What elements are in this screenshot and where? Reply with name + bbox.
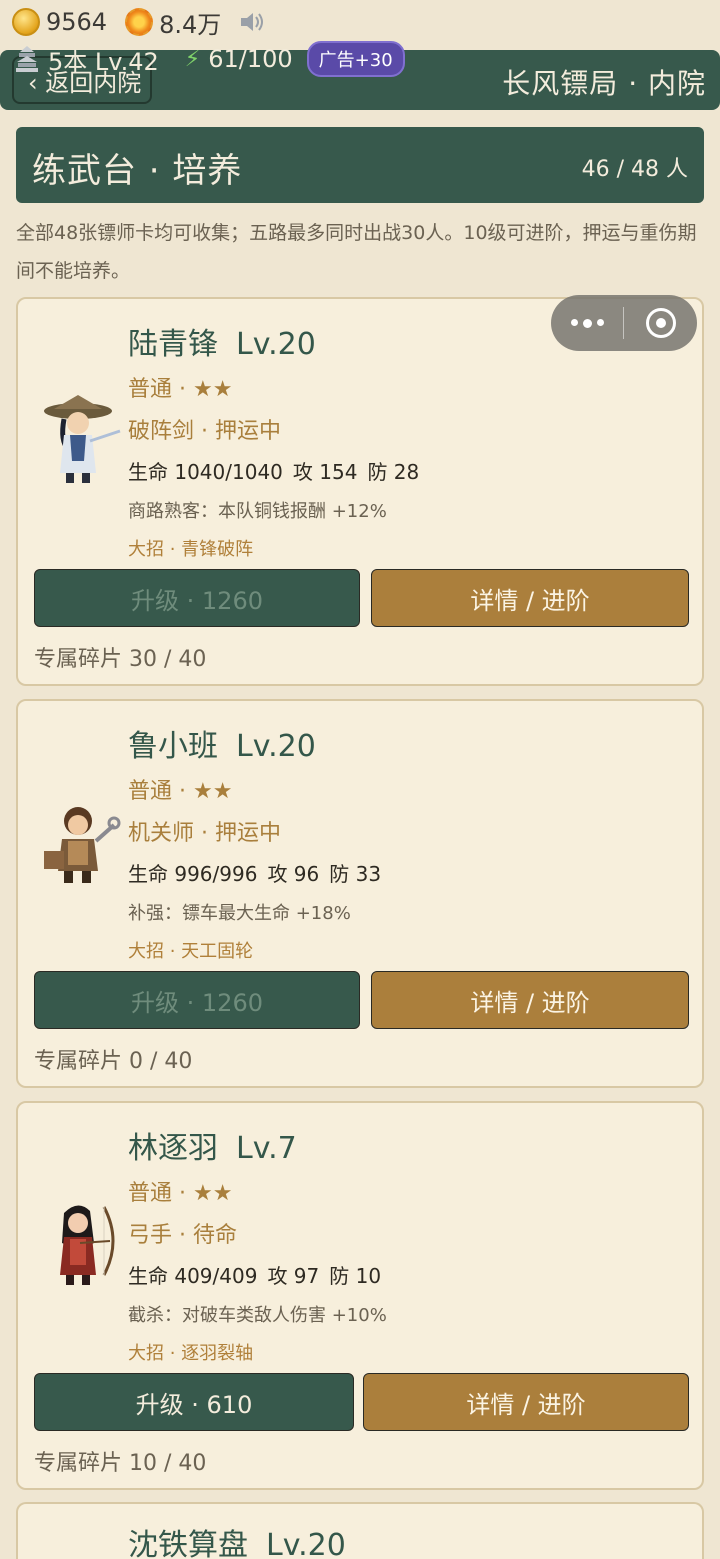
shard-progress: 专属碎片 30 / 40 <box>34 647 207 672</box>
hero-level: Lv.20 <box>236 729 316 764</box>
hero-name-text: 林逐羽 <box>128 1131 218 1166</box>
hero-passive: 补强：镖车最大生命 +18% <box>128 903 351 924</box>
hero-def: 防 28 <box>367 460 420 484</box>
detail-button[interactable]: 详情 / 进阶 <box>371 971 689 1029</box>
ad-bonus-button[interactable]: 广告+30 <box>306 41 405 77</box>
hero-atk: 攻 154 <box>292 460 358 484</box>
detail-button[interactable]: 详情 / 进阶 <box>363 1373 689 1431</box>
hero-name: 沈铁算盘 Lv.20 <box>128 1520 346 1559</box>
hero-card: 鲁小班 Lv.20 普通 · ★★ 机关师 · 押运中 生命 996/996 攻 9… <box>16 699 704 1088</box>
hero-rarity: 普通 · ★★ <box>128 377 233 402</box>
upgrade-button[interactable]: 升级 · 1260 <box>34 971 360 1029</box>
shard-progress: 专属碎片 0 / 40 <box>34 1049 193 1074</box>
hero-rarity: 普通 · ★★ <box>128 1181 233 1206</box>
hero-card: 沈铁算盘 Lv.20 <box>16 1502 704 1559</box>
energy-bolt-icon: ⚡ <box>184 46 201 72</box>
coin-icon <box>12 8 40 36</box>
roster-count: 46 / 48 人 <box>581 157 688 182</box>
hero-card: 陆青锋 Lv.20 普通 · ★★ 破阵剑 · 押运中 生命 1040/1040 攻… <box>16 297 704 686</box>
hero-name: 鲁小班 Lv.20 <box>128 721 316 765</box>
rules-notice: 全部48张镖师卡均可收集；五路最多同时出战30人。10级可进阶，押运与重伤期间不… <box>16 222 697 282</box>
wealth-count: 8.4万 <box>159 10 222 39</box>
hero-def: 防 10 <box>329 1264 382 1288</box>
energy-count: 61/100 <box>208 45 293 73</box>
hero-role-status: 弓手 · 待命 <box>128 1223 237 1248</box>
flower-coin-icon <box>125 8 154 36</box>
hero-rarity: 普通 · ★★ <box>128 779 233 804</box>
hero-name-text: 鲁小班 <box>128 729 218 764</box>
hero-hp: 生命 1040/1040 <box>128 460 283 484</box>
close-miniprogram-icon[interactable] <box>624 308 697 338</box>
pagoda-icon <box>16 46 38 72</box>
hero-name-text: 沈铁算盘 <box>128 1528 248 1559</box>
status-bar: 9564 8.4万 <box>0 0 720 44</box>
hero-passive: 截杀：对破车类敌人伤害 +10% <box>128 1305 387 1326</box>
hero-ultimate: 大招 · 青锋破阵 <box>128 539 254 560</box>
hero-name-text: 陆青锋 <box>128 327 218 362</box>
hero-stats: 生命 409/409 攻 97 防 10 <box>128 1260 391 1289</box>
hero-hp: 生命 996/996 <box>128 862 258 886</box>
hero-level: Lv.20 <box>266 1528 346 1559</box>
upgrade-button[interactable]: 升级 · 1260 <box>34 569 360 627</box>
swordsman-avatar-icon <box>44 395 121 483</box>
speaker-icon[interactable] <box>239 10 265 34</box>
hero-atk: 攻 96 <box>267 862 320 886</box>
hero-ultimate: 大招 · 逐羽裂轴 <box>128 1343 254 1364</box>
hero-name: 林逐羽 Lv.7 <box>128 1123 297 1167</box>
base-level: 5本 Lv.42 <box>48 47 159 76</box>
hero-def: 防 33 <box>329 862 382 886</box>
more-icon[interactable] <box>551 318 623 328</box>
upgrade-button[interactable]: 升级 · 610 <box>34 1373 354 1431</box>
miniprogram-capsule <box>551 295 697 351</box>
mechanic-avatar-icon <box>44 807 121 883</box>
wealth-stat: 8.4万 <box>125 5 221 40</box>
detail-button[interactable]: 详情 / 进阶 <box>371 569 689 627</box>
hero-level: Lv.20 <box>236 327 316 362</box>
coin-count: 9564 <box>46 8 108 36</box>
hero-hp: 生命 409/409 <box>128 1264 258 1288</box>
hero-card: 林逐羽 Lv.7 普通 · ★★ 弓手 · 待命 生命 409/409 攻 97 防 … <box>16 1101 704 1490</box>
page-title: 长风镖局 · 内院 <box>502 67 706 100</box>
section-title: 练武台 · 培养 <box>32 151 243 191</box>
hero-role-status: 破阵剑 · 押运中 <box>128 419 281 444</box>
coin-stat: 9564 <box>12 8 107 36</box>
hero-name: 陆青锋 Lv.20 <box>128 319 316 363</box>
hero-stats: 生命 996/996 攻 96 防 33 <box>128 858 391 887</box>
archer-avatar-icon <box>60 1205 115 1285</box>
hero-role-status: 机关师 · 押运中 <box>128 821 281 846</box>
shard-progress: 专属碎片 10 / 40 <box>34 1451 207 1476</box>
resource-row: 5本 Lv.42 ⚡ 61/100 广告+30 <box>14 41 405 77</box>
hero-level: Lv.7 <box>236 1131 297 1166</box>
hero-ultimate: 大招 · 天工固轮 <box>128 941 254 962</box>
training-header: 练武台 · 培养 46 / 48 人 <box>16 127 704 203</box>
hero-passive: 商路熟客：本队铜钱报酬 +12% <box>128 501 387 522</box>
hero-atk: 攻 97 <box>267 1264 320 1288</box>
hero-stats: 生命 1040/1040 攻 154 防 28 <box>128 456 429 485</box>
